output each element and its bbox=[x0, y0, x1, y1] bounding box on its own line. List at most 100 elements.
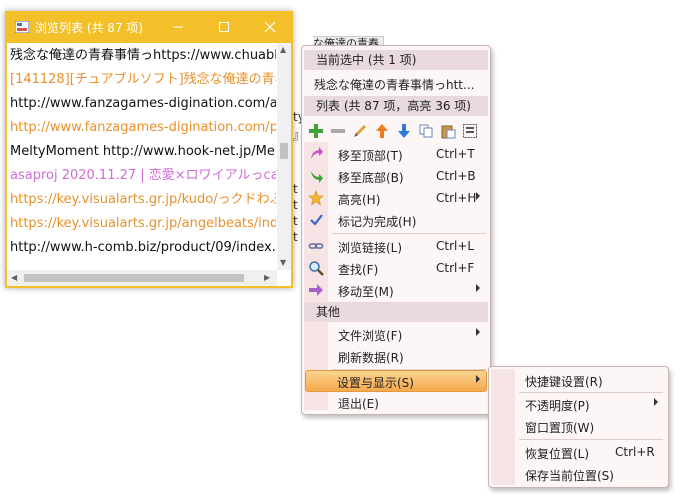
menu-item-settings-display[interactable]: 设置与显示(S) bbox=[305, 370, 487, 392]
move-arrow-icon bbox=[309, 284, 323, 296]
menu-item-shortcut: Ctrl+F bbox=[436, 261, 475, 275]
context-menu: 当前选中 (共 1 项) 残念な俺達の青春事情っhtt... 列表 (共 87 … bbox=[301, 45, 491, 415]
close-icon bbox=[264, 21, 276, 33]
horizontal-scroll-thumb[interactable] bbox=[24, 274, 244, 282]
submenu-arrow-icon bbox=[476, 328, 480, 336]
paste-icon[interactable] bbox=[440, 123, 456, 139]
to-bottom-icon bbox=[311, 171, 323, 183]
submenu-arrow-icon bbox=[476, 284, 480, 292]
maximize-icon bbox=[219, 22, 229, 32]
menu-item-file-browse[interactable]: 文件浏览(F) bbox=[304, 323, 488, 345]
menu-item-label: 移至底部(B) bbox=[338, 171, 404, 185]
menu-item-mark-done[interactable]: 标记为完成(H) bbox=[304, 209, 488, 231]
title-bar[interactable]: 浏览列表 (共 87 项) bbox=[5, 11, 293, 43]
menu-item-move-bottom[interactable]: 移至底部(B) Ctrl+B bbox=[304, 165, 488, 187]
menu-item-label: 标记为完成(H) bbox=[338, 215, 417, 229]
list-section-header: 列表 (共 87 项，高亮 36 项) bbox=[304, 96, 488, 116]
menu-item-shortcut: Ctrl+T bbox=[436, 147, 475, 161]
submenu-arrow-icon bbox=[476, 375, 480, 383]
submenu-item-hotkeys[interactable]: 快捷键设置(R) bbox=[491, 369, 666, 391]
other-section-header: 其他 bbox=[304, 302, 488, 322]
list-item[interactable]: http://www.fanzagames-digination.com/az bbox=[10, 92, 276, 116]
check-icon bbox=[310, 214, 323, 226]
list-item[interactable]: 残念な俺達の青春事情っhttps://www.chuable bbox=[10, 44, 276, 68]
background-text: t bbox=[293, 198, 298, 212]
browse-list[interactable]: 残念な俺達の青春事情っhttps://www.chuable [141128][… bbox=[7, 43, 291, 286]
menu-item-refresh[interactable]: 刷新数据(R) bbox=[304, 345, 488, 367]
menu-item-shortcut: Ctrl+H bbox=[436, 191, 477, 205]
submenu-item-opacity[interactable]: 不透明度(P) bbox=[491, 393, 666, 415]
horizontal-scrollbar[interactable]: ◀ ▶ bbox=[7, 270, 277, 286]
minimize-button[interactable] bbox=[155, 11, 201, 43]
menu-item-label: 窗口置顶(W) bbox=[525, 421, 595, 435]
menu-item-label: 设置与显示(S) bbox=[337, 376, 414, 390]
selected-item-label: 残念な俺達の青春事情っhtt... bbox=[314, 78, 475, 92]
close-button[interactable] bbox=[247, 11, 293, 43]
menu-item-label: 刷新数据(R) bbox=[338, 351, 404, 365]
app-icon bbox=[15, 21, 29, 33]
menu-item-move-to[interactable]: 移动至(M) bbox=[304, 279, 488, 301]
copy-icon[interactable] bbox=[418, 123, 434, 139]
scroll-up-icon[interactable]: ▲ bbox=[280, 45, 286, 54]
menu-item-move-top[interactable]: 移至顶部(T) Ctrl+T bbox=[304, 143, 488, 165]
menu-item-label: 移至顶部(T) bbox=[338, 149, 403, 163]
menu-item-label: 查找(F) bbox=[338, 263, 379, 277]
background-text: t bbox=[293, 214, 298, 228]
scroll-left-icon[interactable]: ◀ bbox=[11, 273, 17, 282]
star-icon bbox=[308, 190, 324, 206]
background-text: t bbox=[293, 230, 298, 244]
menu-item-label: 保存当前位置(S) bbox=[525, 469, 614, 483]
move-up-icon[interactable] bbox=[374, 123, 390, 139]
move-down-icon[interactable] bbox=[396, 123, 412, 139]
list-item[interactable]: asaproj 2020.11.27 | 恋愛×ロワイアルっcabl bbox=[10, 164, 276, 188]
submenu-arrow-icon bbox=[476, 192, 480, 200]
menu-item-label: 快捷键设置(R) bbox=[525, 375, 603, 389]
menu-separator bbox=[519, 439, 663, 440]
menu-item-label: 不透明度(P) bbox=[525, 399, 590, 413]
add-icon[interactable] bbox=[308, 123, 324, 139]
menu-item-exit[interactable]: 退出(E) bbox=[304, 391, 488, 413]
menu-item-label: 浏览链接(L) bbox=[338, 241, 403, 255]
edit-icon[interactable] bbox=[352, 123, 368, 139]
scroll-right-icon[interactable]: ▶ bbox=[264, 273, 270, 282]
window-title: 浏览列表 (共 87 项) bbox=[35, 21, 144, 35]
menu-item-shortcut: Ctrl+B bbox=[436, 169, 476, 183]
scroll-down-icon[interactable]: ▼ bbox=[280, 258, 286, 267]
menu-toolbar bbox=[304, 120, 488, 142]
menu-item-highlight[interactable]: 高亮(H) Ctrl+H bbox=[304, 187, 488, 209]
select-all-icon[interactable] bbox=[462, 123, 478, 139]
selected-section-header: 当前选中 (共 1 项) bbox=[304, 50, 488, 70]
list-item[interactable]: [141128][チュアブルソフト]残念な俺達の青春 bbox=[10, 68, 276, 92]
link-icon bbox=[308, 243, 324, 249]
submenu-item-always-on-top[interactable]: 窗口置顶(W) bbox=[491, 415, 666, 437]
settings-submenu: 快捷键设置(R) 不透明度(P) 窗口置顶(W) 恢复位置(L) Ctrl+R … bbox=[488, 366, 669, 488]
list-item[interactable]: https://key.visualarts.gr.jp/angelbeats/… bbox=[10, 212, 276, 236]
list-item[interactable]: http://www.h-comb.biz/product/09/index. bbox=[10, 236, 276, 260]
magnifier-icon bbox=[309, 261, 324, 276]
minimize-icon bbox=[173, 26, 183, 28]
menu-item-label: 退出(E) bbox=[338, 397, 379, 411]
submenu-item-restore-position[interactable]: 恢复位置(L) Ctrl+R bbox=[491, 441, 666, 463]
menu-item-shortcut: Ctrl+R bbox=[615, 445, 655, 459]
list-item[interactable]: MeltyMoment http://www.hook-net.jp/Me bbox=[10, 140, 276, 164]
menu-item-shortcut: Ctrl+L bbox=[436, 239, 475, 253]
menu-item-label: 移动至(M) bbox=[338, 285, 394, 299]
submenu-item-save-position[interactable]: 保存当前位置(S) bbox=[491, 463, 666, 485]
selected-item[interactable]: 残念な俺達の青春事情っhtt... bbox=[304, 72, 488, 94]
menu-item-label: 高亮(H) bbox=[338, 193, 381, 207]
list-item[interactable]: https://key.visualarts.gr.jp/kudo/っクドわふ bbox=[10, 188, 276, 212]
vertical-scrollbar[interactable]: ▲ ▼ bbox=[277, 43, 291, 270]
list-item[interactable]: http://www.fanzagames-digination.com/pr bbox=[10, 116, 276, 140]
menu-item-browse-link[interactable]: 浏览链接(L) Ctrl+L bbox=[304, 235, 488, 257]
maximize-button[interactable] bbox=[201, 11, 247, 43]
to-top-icon bbox=[311, 147, 323, 159]
menu-item-label: 文件浏览(F) bbox=[338, 329, 403, 343]
menu-item-find[interactable]: 查找(F) Ctrl+F bbox=[304, 257, 488, 279]
background-text: t bbox=[293, 182, 298, 196]
submenu-arrow-icon bbox=[654, 398, 658, 406]
menu-item-label: 恢复位置(L) bbox=[525, 447, 590, 461]
vertical-scroll-thumb[interactable] bbox=[280, 143, 288, 159]
remove-icon[interactable] bbox=[330, 123, 346, 139]
browse-list-window: 浏览列表 (共 87 项) 残念な俺達の青春事情っhttps://www.chu… bbox=[5, 11, 293, 288]
menu-separator bbox=[332, 233, 486, 234]
